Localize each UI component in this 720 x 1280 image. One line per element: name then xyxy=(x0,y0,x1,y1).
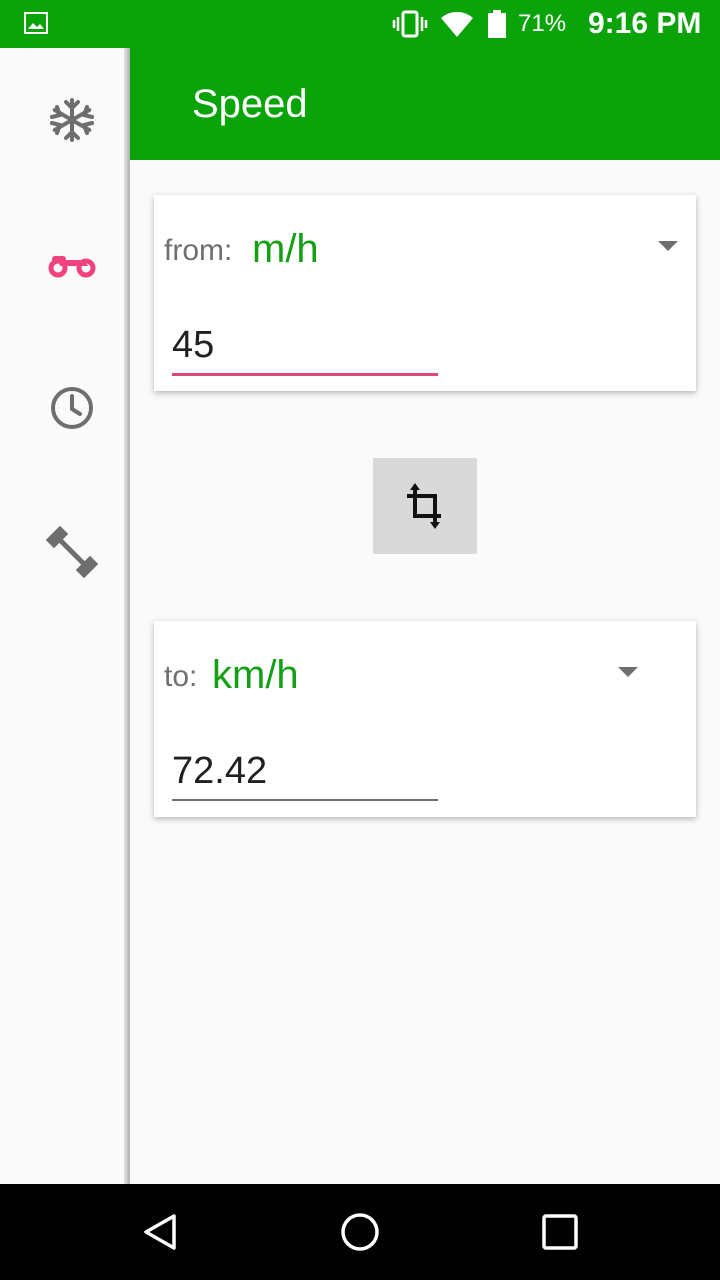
to-card: to: km/h xyxy=(154,621,696,817)
recents-icon[interactable] xyxy=(540,1212,580,1252)
converter-content: from: m/h to: km/h xyxy=(130,160,720,1184)
clock-icon[interactable] xyxy=(44,380,100,436)
from-label: from: xyxy=(164,234,233,267)
from-card: from: m/h xyxy=(154,195,696,391)
vibrate-icon xyxy=(392,10,428,38)
status-bar: 71% 9:16 PM xyxy=(0,0,720,48)
to-label: to: xyxy=(164,660,198,693)
to-unit-select[interactable]: km/h xyxy=(212,651,299,699)
swap-button[interactable] xyxy=(373,458,477,554)
gallery-icon xyxy=(24,12,48,34)
from-value-input[interactable] xyxy=(172,323,438,367)
from-unit-select[interactable]: m/h xyxy=(252,225,319,273)
to-value-input[interactable] xyxy=(172,749,438,793)
app-bar: Speed xyxy=(130,48,720,160)
battery-percent: 71% xyxy=(518,10,567,37)
wifi-icon xyxy=(441,11,473,38)
system-nav-bar xyxy=(0,1184,720,1280)
home-icon[interactable] xyxy=(340,1212,380,1252)
chevron-down-icon[interactable] xyxy=(658,241,678,251)
dumbbell-icon[interactable] xyxy=(44,524,100,580)
battery-icon xyxy=(488,10,506,38)
motorcycle-icon[interactable] xyxy=(44,238,100,294)
from-input-underline xyxy=(172,373,438,376)
swap-icon xyxy=(407,483,441,529)
to-input-underline xyxy=(172,799,438,801)
clock-time: 9:16 PM xyxy=(588,7,702,40)
snowflake-icon[interactable] xyxy=(44,92,100,148)
page-title: Speed xyxy=(192,82,308,126)
back-icon[interactable] xyxy=(140,1212,180,1252)
chevron-down-icon[interactable] xyxy=(618,667,638,677)
sidebar xyxy=(0,48,128,1184)
